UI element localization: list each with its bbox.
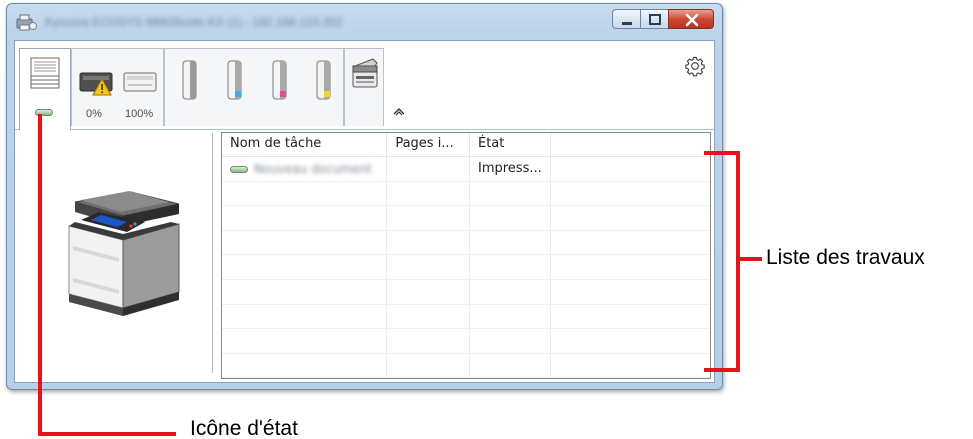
job-list-bracket-top [704,151,740,155]
caption-buttons [612,9,714,31]
maximize-icon [649,14,661,25]
status-monitor-window: Kyocera ECOSYS M6635cidn KX (1) - 192.16… [6,3,723,390]
table-row-empty [222,206,710,231]
status-icon-leader-horizontal [38,432,176,436]
toner-cartridge-black-icon [182,60,197,100]
scanner-icon [352,58,378,88]
job-progress-icon [230,166,248,173]
job-list-rows: Nouveau document Impress... [222,157,710,378]
table-row[interactable]: Nouveau document Impress... [222,157,710,182]
client-area: 0% 100% Nom de tâche Pages i... État Nou… [14,40,715,383]
toner-full-icon [123,72,157,92]
table-row-empty [222,353,710,378]
toner-low-warning-icon [79,72,113,96]
table-row-empty [222,230,710,256]
close-icon [685,13,699,27]
printer-illustration [68,191,180,316]
table-row-empty [222,181,710,207]
status-toolbar: 0% 100% [15,41,714,131]
table-row-empty [222,255,710,280]
pane-splitter[interactable] [212,133,213,373]
table-row-empty [222,279,710,305]
collapse-arrow-icon[interactable] [393,107,405,117]
job-status-cell: Impress... [470,157,551,181]
toner-low-percent: 0% [86,108,102,120]
toner-cartridge-cyan-icon [227,60,242,100]
screenshot-stage: Kyocera ECOSYS M6635cidn KX (1) - 192.16… [0,0,973,439]
minimize-icon [622,22,632,25]
tab-toner-cartridges[interactable] [164,48,344,126]
column-header-filler [551,133,710,157]
table-row-empty [222,304,710,330]
job-pages-cell [387,157,470,181]
minimize-button[interactable] [612,9,640,29]
document-stack-icon [30,57,60,89]
printer-image-pane [15,130,210,382]
tab-print-status[interactable] [19,48,71,131]
job-list-bracket-side [736,151,740,372]
job-list-bracket-bottom [704,368,740,372]
tab-device[interactable] [344,48,384,126]
tab-toner-levels[interactable]: 0% 100% [71,48,164,126]
column-header-status[interactable]: État [470,133,551,157]
toner-cartridges-group [182,60,331,100]
window-title: Kyocera ECOSYS M6635cidn KX (1) - 192.16… [45,15,343,29]
status-icon-leader-vertical [38,114,42,436]
job-list-header: Nom de tâche Pages i... État [222,133,710,157]
toner-cartridge-yellow-icon [316,60,331,100]
close-button[interactable] [668,9,714,29]
job-list[interactable]: Nom de tâche Pages i... État Nouveau doc… [221,132,711,379]
printer-app-icon [16,14,37,31]
job-list-leader-line [738,257,762,261]
job-name-cell: Nouveau document [222,157,388,181]
column-header-pages[interactable]: Pages i... [387,133,470,157]
status-icon-callout-label: Icône d'état [190,417,298,439]
job-name-text: Nouveau document [254,162,372,176]
toner-cartridge-magenta-icon [272,60,287,100]
job-filler-cell [551,157,710,181]
gear-icon[interactable] [684,55,706,77]
table-row-empty [222,329,710,354]
title-bar[interactable]: Kyocera ECOSYS M6635cidn KX (1) - 192.16… [7,4,722,40]
column-header-job-name[interactable]: Nom de tâche [222,133,388,157]
toner-full-percent: 100% [125,108,154,120]
job-list-callout-label: Liste des travaux [766,246,925,269]
maximize-button[interactable] [640,9,668,29]
